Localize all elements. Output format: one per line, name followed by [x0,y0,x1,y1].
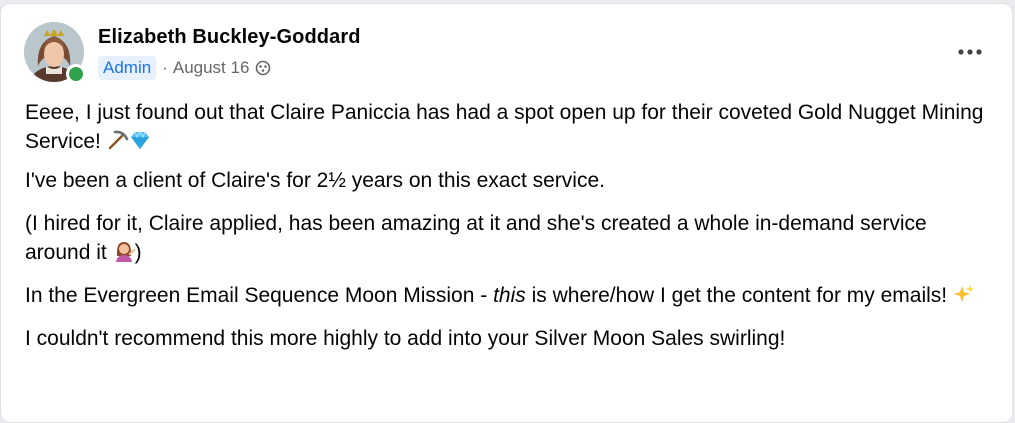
online-status-indicator [66,64,86,84]
post-body: Eeee, I just found out that Claire Panic… [25,98,990,367]
paragraph-text: Eeee, I just found out that Claire Panic… [25,101,984,153]
post-date[interactable]: August 16 [173,58,250,78]
paragraph-italic-text: this [493,284,526,307]
paragraph-text-before: In the Evergreen Email Sequence Moon Mis… [25,284,494,307]
more-dots-icon [958,49,982,55]
post-paragraph: In the Evergreen Email Sequence Moon Mis… [25,281,990,310]
paragraph-text: I couldn't recommend this more highly to… [25,327,786,350]
gem-icon [130,131,149,149]
paragraph-text: I've been a client of Claire's for 2½ ye… [25,169,605,192]
sparkles-icon [953,285,974,302]
author-name[interactable]: Elizabeth Buckley-Goddard [98,26,361,49]
admin-badge[interactable]: Admin [98,56,157,80]
post-meta: Admin · August 16 [98,56,271,80]
pick-icon [108,130,129,150]
globe-icon [255,60,271,76]
post-paragraph: Eeee, I just found out that Claire Panic… [25,98,990,156]
paragraph-text: (I hired for it, Claire applied, has bee… [25,212,927,264]
paragraph-text-after: is where/how I get the content for my em… [525,284,948,307]
more-options-button[interactable] [952,40,988,64]
post-paragraph: I've been a client of Claire's for 2½ ye… [25,166,990,195]
paragraph-close-paren: ) [134,241,142,264]
post-card: Elizabeth Buckley-Goddard Admin · August… [0,3,1013,423]
post-paragraph: (I hired for it, Claire applied, has bee… [25,209,990,267]
woman-tipping-hand-icon [115,242,135,262]
post-paragraph: I couldn't recommend this more highly to… [25,324,990,353]
meta-separator: · [162,58,168,77]
